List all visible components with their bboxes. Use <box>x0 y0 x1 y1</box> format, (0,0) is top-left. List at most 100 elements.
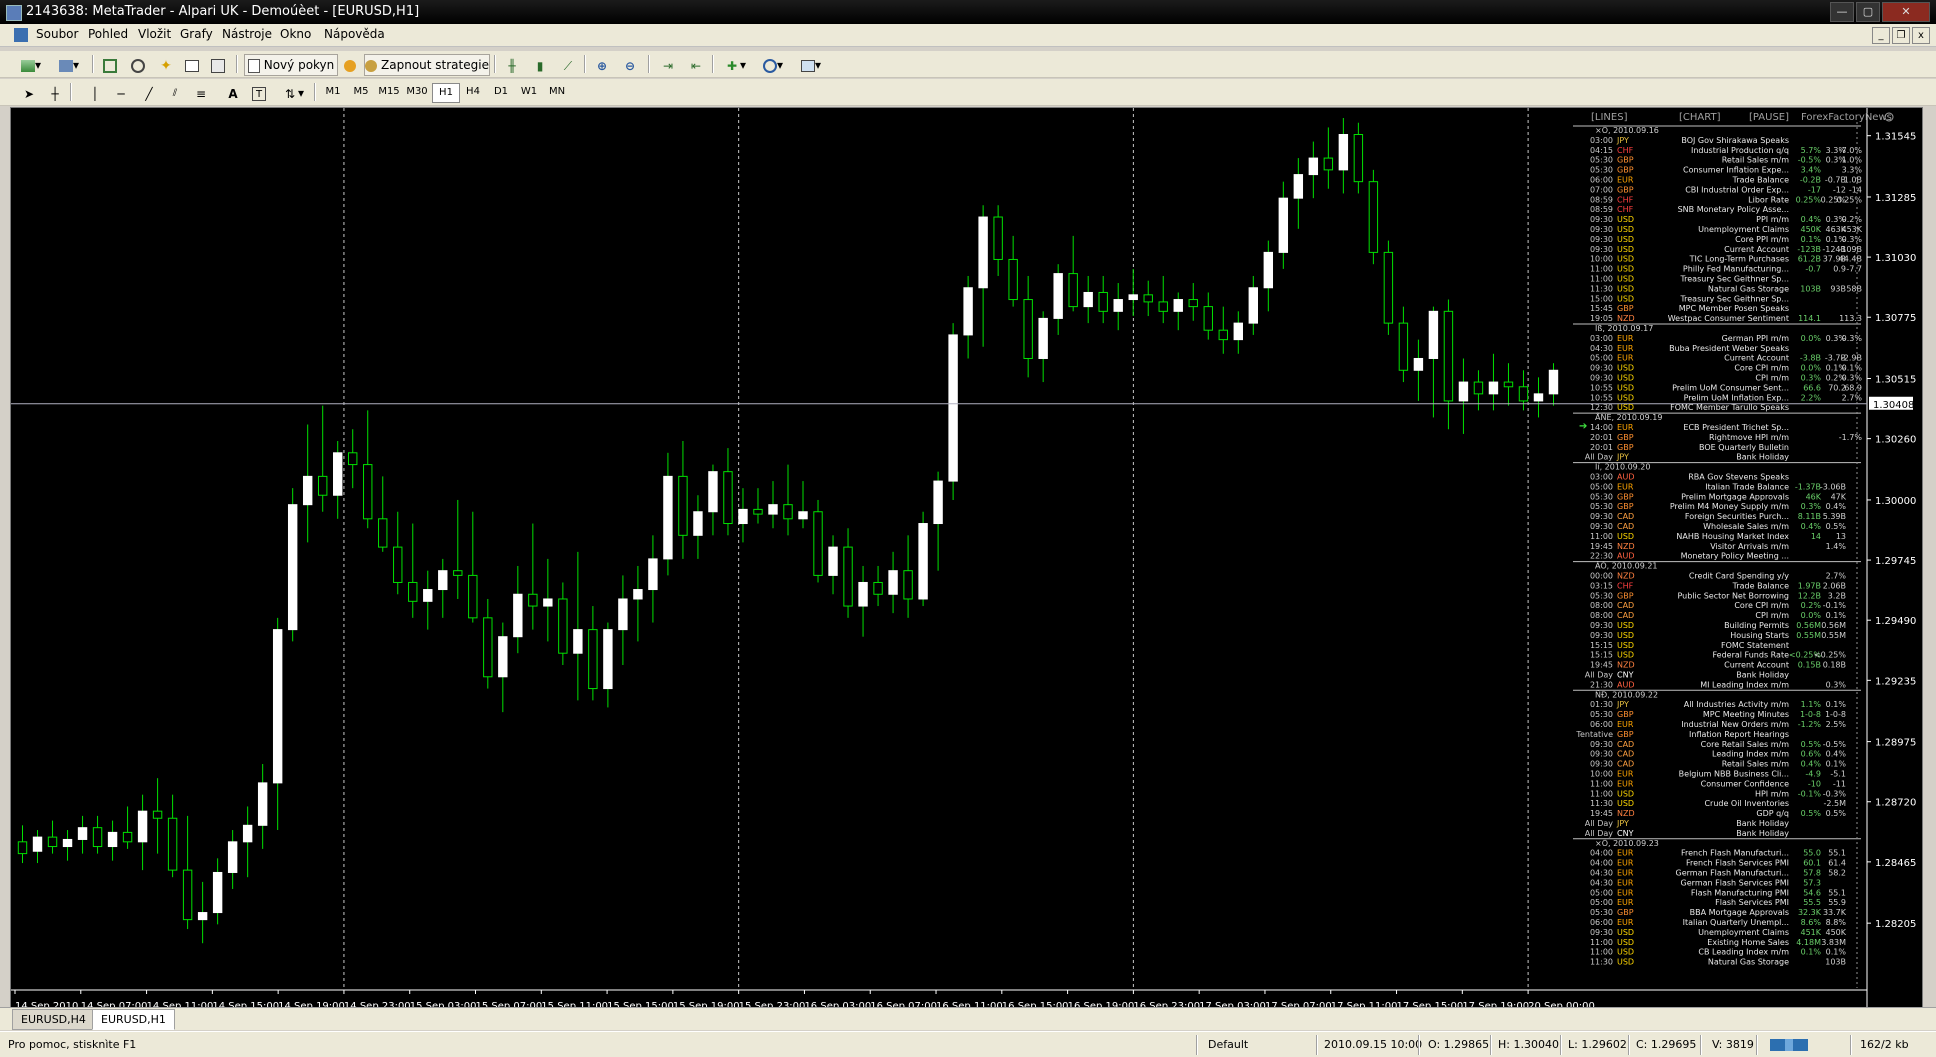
news-event-title: Housing Starts <box>1730 631 1789 640</box>
menu-nastroje[interactable]: Nástroje <box>216 27 278 41</box>
window-titlebar: 2143638: MetaTrader - Alpari UK - Demoúè… <box>0 0 1936 24</box>
news-event-currency: EUR <box>1617 888 1634 897</box>
news-event-time: 05:30 <box>1590 492 1613 501</box>
price-chart-window[interactable]: 1.31545 1.31285 1.31030 1.30775 1.30515 1.302… <box>10 107 1923 1015</box>
news-event-title: Prelim UoM Inflation Exp... <box>1684 393 1789 402</box>
profile-name: Default <box>1208 1038 1249 1051</box>
profiles-button[interactable]: ▾ <box>52 54 86 76</box>
candle-body <box>813 511 823 576</box>
tf-w1[interactable]: W1 <box>516 83 542 101</box>
chart-shift-button[interactable]: ⇤ <box>684 54 708 76</box>
text-tool[interactable]: A <box>222 82 244 104</box>
autoscroll-button[interactable]: ⇥ <box>656 54 680 76</box>
tab-eurusd-h4[interactable]: EURUSD,H4 <box>12 1009 95 1030</box>
menu-vlozit[interactable]: Vložit <box>132 27 177 41</box>
tf-m15[interactable]: M15 <box>376 83 402 101</box>
templates-button[interactable]: ▾ <box>794 54 828 76</box>
zoom-out-button[interactable]: ⊖ <box>618 54 642 76</box>
minimize-button[interactable]: — <box>1830 2 1854 22</box>
news-event-actual: 12.2B <box>1798 591 1821 600</box>
crosshair-tool[interactable]: ┼ <box>44 82 66 104</box>
menu-okno[interactable]: Okno <box>274 27 317 41</box>
news-event-time: 07:00 <box>1590 185 1613 194</box>
news-event-actual: 450K <box>1800 225 1821 234</box>
news-event-previous: 0.3% <box>1842 374 1863 383</box>
cursor-time: 2010.09.15 10:00 <box>1324 1038 1423 1051</box>
periods-button[interactable]: ▾ <box>756 54 790 76</box>
zoom-in-button[interactable]: ⊕ <box>590 54 614 76</box>
news-event-title: Unemployment Claims <box>1698 225 1789 234</box>
candle-body <box>738 508 748 525</box>
news-event-actual: 0.55M <box>1796 631 1821 640</box>
channel-tool[interactable]: ⫽ <box>164 82 186 104</box>
horizontal-line-tool[interactable]: ─ <box>110 82 132 104</box>
news-event-currency: USD <box>1617 225 1634 234</box>
news-event-title: Italian Quarterly Unempl... <box>1683 918 1789 927</box>
tf-h1[interactable]: H1 <box>432 83 460 103</box>
maximize-button[interactable]: ▢ <box>1856 2 1880 22</box>
news-event-previous: 0.3% <box>1842 235 1863 244</box>
data-window-button[interactable] <box>126 54 150 76</box>
tf-d1[interactable]: D1 <box>488 83 514 101</box>
tf-m1[interactable]: M1 <box>320 83 346 101</box>
candle-chart-button[interactable]: ▮ <box>528 54 552 76</box>
indicators-button[interactable]: ✚ ▾ <box>718 54 752 76</box>
news-event-actual: 0.1% <box>1801 948 1822 957</box>
news-event-actual: 14 <box>1811 532 1821 541</box>
price-tick-label: 1.31545 <box>1875 132 1916 143</box>
tf-m5[interactable]: M5 <box>348 83 374 101</box>
news-event-title: FOMC Member Tarullo Speaks <box>1670 403 1789 412</box>
menu-pohled[interactable]: Pohled <box>82 27 134 41</box>
cursor-tool[interactable]: ➤ <box>18 82 40 104</box>
candle-body <box>1293 174 1304 199</box>
news-event-title: HPI m/m <box>1755 789 1789 798</box>
new-chart-icon <box>20 59 35 72</box>
news-event-title: Retail Sales m/m <box>1722 156 1789 165</box>
trendline-tool[interactable]: ╱ <box>138 82 160 104</box>
window-title: 2143638: MetaTrader - Alpari UK - Demoúè… <box>26 4 420 19</box>
bar-chart-button[interactable]: ╫ <box>500 54 524 76</box>
tf-mn[interactable]: MN <box>544 83 570 101</box>
terminal-button[interactable] <box>180 54 204 76</box>
vertical-line-tool[interactable]: │ <box>84 82 106 104</box>
low-price: L: 1.29602 <box>1568 1038 1627 1051</box>
candle-body <box>393 546 403 583</box>
fibonacci-tool[interactable]: ≡ <box>190 82 212 104</box>
news-event-title: BOJ Gov Shirakawa Speaks <box>1681 136 1789 145</box>
news-event-title: All Industries Activity m/m <box>1684 700 1789 709</box>
news-event-forecast: 2.06B <box>1823 581 1846 590</box>
price-chart[interactable]: 1.31545 1.31285 1.31030 1.30775 1.30515 1.302… <box>11 108 1922 1014</box>
tab-eurusd-h1[interactable]: EURUSD,H1 <box>92 1009 175 1030</box>
news-event-actual: 66.6 <box>1803 383 1821 392</box>
close-button[interactable]: ✕ <box>1882 2 1930 22</box>
mdi-minimize-button[interactable]: _ <box>1872 27 1890 44</box>
candle-body <box>978 216 988 289</box>
news-event-title: German Flash Manufacturi... <box>1676 869 1790 878</box>
mdi-close-button[interactable]: x <box>1912 27 1930 44</box>
tf-h4[interactable]: H4 <box>460 83 486 101</box>
text-label-tool[interactable]: T <box>248 82 270 104</box>
candle-body <box>1233 322 1243 341</box>
tf-m30[interactable]: M30 <box>404 83 430 101</box>
line-chart-button[interactable]: ⟋ <box>556 54 580 76</box>
market-watch-button[interactable] <box>98 54 122 76</box>
candle-body <box>1533 393 1544 402</box>
candle-body <box>1128 294 1138 301</box>
news-event-currency: CAD <box>1617 760 1634 769</box>
candle-body <box>423 589 433 602</box>
navigator-button[interactable]: ✦ <box>154 54 178 76</box>
metaeditor-button[interactable] <box>338 54 362 76</box>
horizontal-line-icon: ─ <box>117 86 125 101</box>
news-event-actual: -17 <box>1808 185 1821 194</box>
menu-napoveda[interactable]: Nápověda <box>318 27 391 41</box>
news-event-time: 04:00 <box>1590 849 1613 858</box>
news-event-actual: 0.2% <box>1801 601 1822 610</box>
menu-grafy[interactable]: Grafy <box>174 27 219 41</box>
auto-trading-button[interactable]: Zapnout strategie <box>364 54 490 76</box>
strategy-tester-button[interactable] <box>206 54 230 76</box>
arrows-tool[interactable]: ⇅ ▾ <box>276 82 310 104</box>
menu-soubor[interactable]: Soubor <box>30 27 84 41</box>
new-order-button[interactable]: Nový pokyn <box>244 54 338 76</box>
mdi-restore-button[interactable]: ❐ <box>1892 27 1910 44</box>
new-chart-button[interactable]: ▾ <box>14 54 48 76</box>
